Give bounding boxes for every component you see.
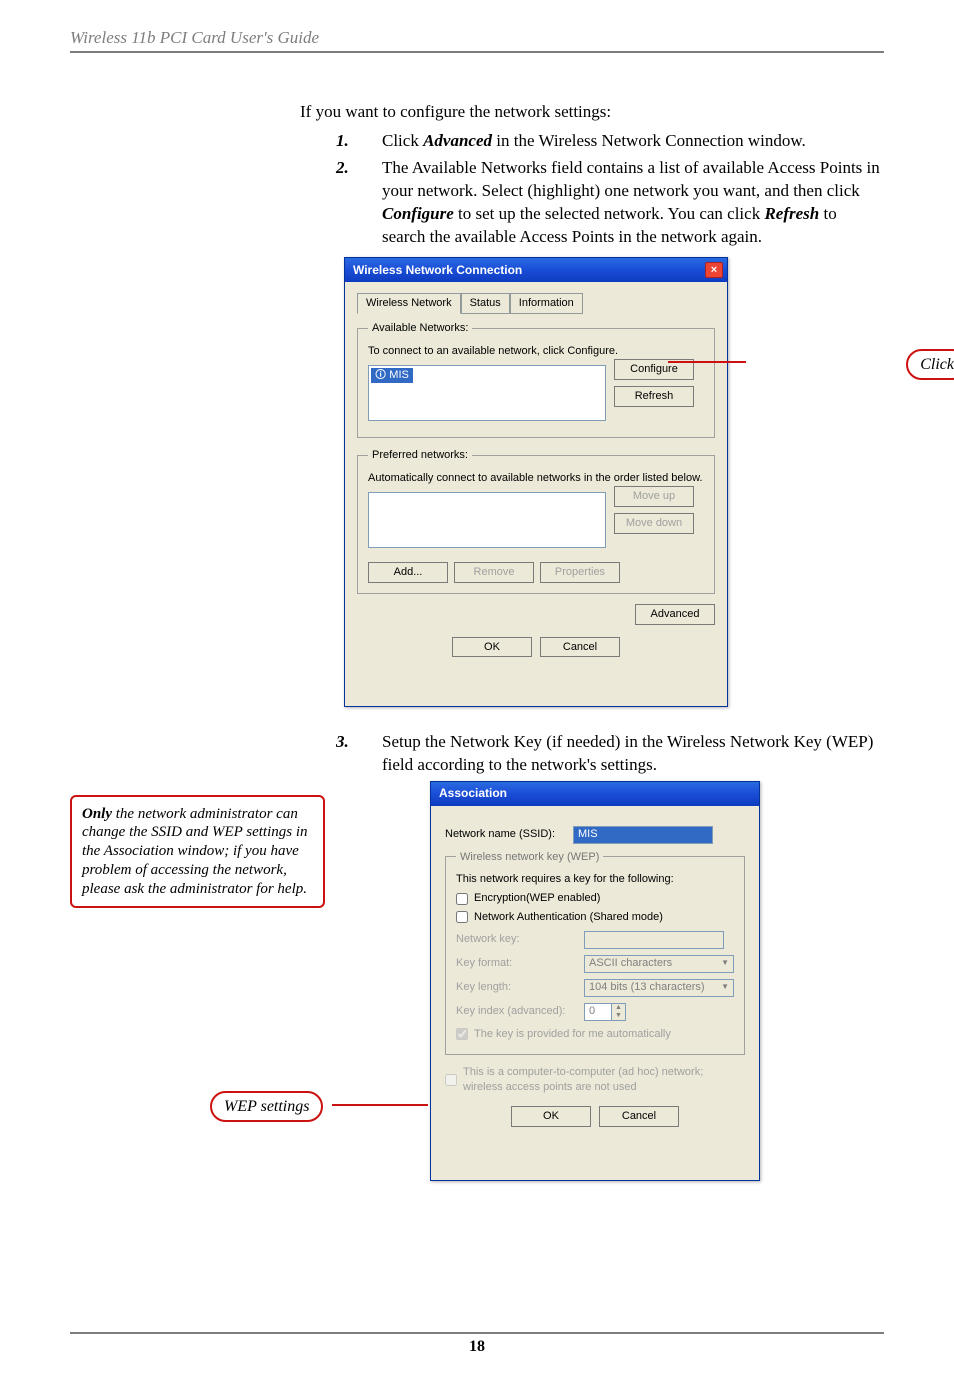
- chevron-down-icon: ▼: [721, 958, 729, 969]
- properties-button: Properties: [540, 562, 620, 583]
- footer-rule: [70, 1332, 884, 1334]
- admin-note-callout: Only the network administrator can chang…: [70, 795, 325, 909]
- association-window: Association Network name (SSID): MIS Wir…: [430, 781, 760, 1181]
- ssid-input[interactable]: MIS: [573, 826, 713, 844]
- auth-checkbox[interactable]: [456, 911, 468, 923]
- key-index-stepper: 0 ▲▼: [584, 1003, 626, 1021]
- wireless-network-connection-window: Wireless Network Connection × Wireless N…: [344, 257, 728, 707]
- wep-legend: Wireless network key (WEP): [456, 850, 603, 865]
- tab-status[interactable]: Status: [461, 293, 510, 315]
- network-key-input: [584, 931, 724, 949]
- auto-key-checkbox: [456, 1028, 468, 1040]
- page-header: Wireless 11b PCI Card User's Guide: [70, 28, 884, 53]
- add-button[interactable]: Add...: [368, 562, 448, 583]
- callout-leader: [668, 361, 746, 363]
- cancel-button[interactable]: Cancel: [599, 1106, 679, 1127]
- list-item[interactable]: MIS: [371, 368, 413, 383]
- chevron-up-icon: ▲: [612, 1004, 625, 1012]
- click-callout: Click: [906, 349, 954, 381]
- page-number: 18: [469, 1338, 485, 1356]
- key-length-select: 104 bits (13 characters)▼: [584, 979, 734, 997]
- key-length-label: Key length:: [456, 980, 576, 995]
- key-format-select: ASCII characters▼: [584, 955, 734, 973]
- available-networks-helper: To connect to an available network, clic…: [368, 344, 704, 359]
- available-networks-legend: Available Networks:: [368, 321, 472, 336]
- window-titlebar[interactable]: Wireless Network Connection ×: [345, 258, 727, 282]
- advanced-button[interactable]: Advanced: [635, 604, 715, 625]
- adhoc-label: This is a computer-to-computer (ad hoc) …: [463, 1065, 745, 1095]
- wep-requirement-text: This network requires a key for the foll…: [456, 872, 734, 887]
- step-body: Click Advanced in the Wireless Network C…: [382, 130, 884, 153]
- chevron-down-icon: ▼: [721, 982, 729, 993]
- ssid-label: Network name (SSID):: [445, 827, 565, 842]
- key-index-label: Key index (advanced):: [456, 1004, 576, 1019]
- step-number: 1.: [336, 130, 382, 153]
- refresh-button[interactable]: Refresh: [614, 386, 694, 407]
- window-title: Wireless Network Connection: [353, 262, 522, 278]
- auth-label: Network Authentication (Shared mode): [474, 910, 663, 925]
- encryption-checkbox[interactable]: [456, 893, 468, 905]
- step-body: Setup the Network Key (if needed) in the…: [382, 731, 884, 777]
- ok-button[interactable]: OK: [511, 1106, 591, 1127]
- step-number: 2.: [336, 157, 382, 249]
- preferred-networks-legend: Preferred networks:: [368, 448, 472, 463]
- move-up-button: Move up: [614, 486, 694, 507]
- auto-key-label: The key is provided for me automatically: [474, 1027, 671, 1042]
- preferred-networks-helper: Automatically connect to available netwo…: [368, 471, 704, 486]
- step-body: The Available Networks field contains a …: [382, 157, 884, 249]
- cancel-button[interactable]: Cancel: [540, 637, 620, 658]
- window-title: Association: [439, 785, 507, 801]
- intro-text: If you want to configure the network set…: [300, 101, 884, 124]
- encryption-label: Encryption(WEP enabled): [474, 891, 600, 906]
- chevron-down-icon: ▼: [612, 1012, 625, 1020]
- callout-leader: [332, 1104, 428, 1106]
- tab-wireless-network[interactable]: Wireless Network: [357, 293, 461, 315]
- adhoc-checkbox: [445, 1074, 457, 1086]
- step-number: 3.: [336, 731, 382, 777]
- key-format-label: Key format:: [456, 956, 576, 971]
- available-networks-list[interactable]: MIS: [368, 365, 606, 421]
- ok-button[interactable]: OK: [452, 637, 532, 658]
- tab-information[interactable]: Information: [510, 293, 583, 315]
- window-titlebar[interactable]: Association: [431, 782, 759, 806]
- wep-settings-callout: WEP settings: [210, 1091, 323, 1123]
- move-down-button: Move down: [614, 513, 694, 534]
- remove-button: Remove: [454, 562, 534, 583]
- network-key-label: Network key:: [456, 932, 576, 947]
- preferred-networks-list[interactable]: [368, 492, 606, 548]
- close-icon[interactable]: ×: [705, 262, 723, 278]
